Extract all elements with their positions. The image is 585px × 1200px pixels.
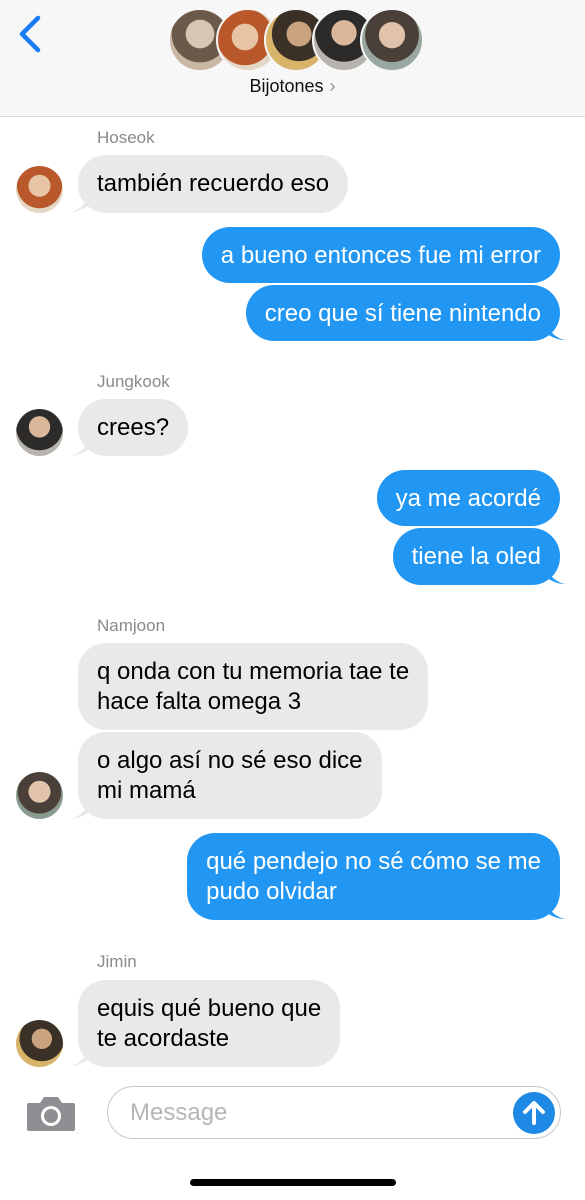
message-bubble-outgoing[interactable]: creo que sí tiene nintendo: [245, 285, 560, 341]
message-bubble-incoming[interactable]: equis qué bueno que te acordaste: [78, 980, 341, 1067]
home-indicator[interactable]: [190, 1179, 396, 1186]
avatar: [16, 166, 63, 213]
message-bubble-outgoing[interactable]: tiene la oled: [392, 528, 560, 585]
sender-name: Jungkook: [97, 372, 170, 391]
arrow-up-icon: [523, 1101, 545, 1125]
bubble-tail: [545, 897, 565, 919]
avatar: [16, 772, 63, 819]
sender-name: Jimin: [97, 952, 137, 971]
group-avatars[interactable]: [168, 8, 424, 72]
message-input[interactable]: Message: [107, 1086, 561, 1139]
message-placeholder: Message: [130, 1099, 228, 1126]
sender-name: Hoseok: [97, 128, 155, 147]
chat-header: Bijotones ›: [0, 0, 585, 117]
group-title[interactable]: Bijotones ›: [0, 76, 585, 97]
group-name: Bijotones: [249, 76, 324, 96]
message-bubble-incoming[interactable]: también recuerdo eso: [78, 155, 349, 213]
avatar: [16, 1020, 63, 1067]
message-bubble-incoming[interactable]: crees?: [78, 399, 189, 456]
message-bubble-incoming[interactable]: o algo así no sé eso dice mi mamá: [78, 732, 382, 819]
send-button[interactable]: [513, 1092, 555, 1134]
chevron-left-icon[interactable]: [14, 14, 50, 54]
avatar: [16, 409, 63, 456]
chevron-right-icon: ›: [329, 76, 336, 96]
sender-name: Namjoon: [97, 616, 166, 635]
message-bubble-outgoing[interactable]: a bueno entonces fue mi error: [201, 227, 560, 283]
message-bubble-outgoing[interactable]: qué pendejo no sé cómo se me pudo olvida…: [187, 833, 560, 920]
camera-icon[interactable]: [25, 1093, 77, 1133]
message-bubble-incoming[interactable]: q onda con tu memoria tae te hace falta …: [78, 643, 429, 730]
message-bubble-outgoing[interactable]: ya me acordé: [376, 470, 560, 526]
avatar: [360, 8, 424, 72]
